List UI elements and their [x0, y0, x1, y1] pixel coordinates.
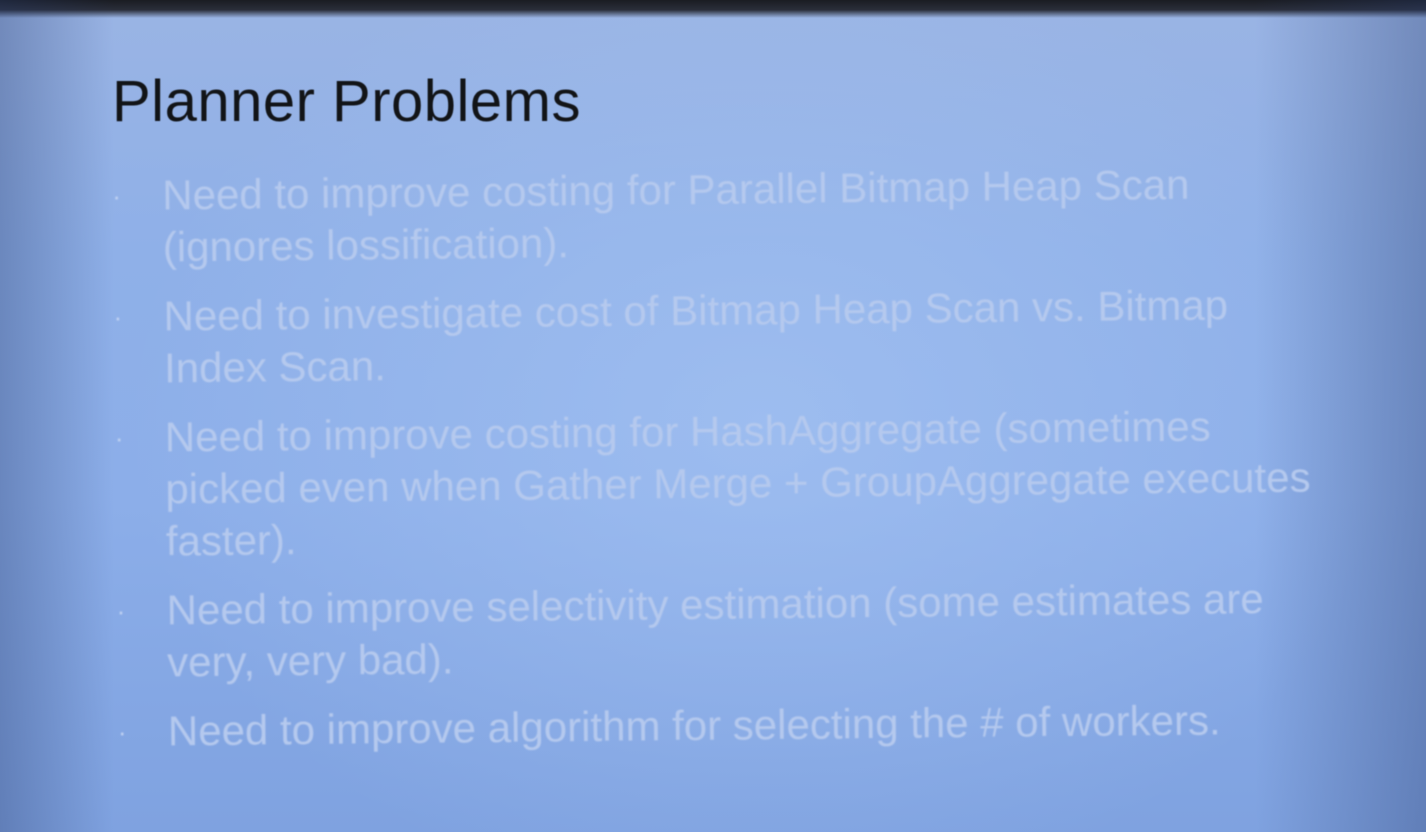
bullet-marker: · [112, 180, 122, 211]
projector-top-edge [0, 0, 1426, 18]
bullet-item-investigate-cost: · Need to investigate cost of Bitmap Hea… [111, 278, 1342, 395]
bullet-list: · Need to improve costing for Parallel B… [110, 157, 1346, 775]
bullet-item-selectivity-estimation: · Need to improve selectivity estimation… [114, 572, 1345, 689]
bullet-text: Need to improve selectivity estimation (… [166, 574, 1264, 686]
bullet-text: Need to investigate cost of Bitmap Heap … [163, 281, 1229, 392]
slide-title: Planner Problems [112, 69, 581, 134]
bullet-item-costing-bitmap-heap-scan: · Need to improve costing for Parallel B… [110, 157, 1341, 274]
bullet-item-worker-selection: · Need to improve algorithm for selectin… [116, 693, 1346, 758]
bullet-marker: · [114, 422, 124, 453]
bullet-marker: · [113, 301, 123, 332]
projected-slide: Planner Problems · Need to improve costi… [0, 0, 1426, 832]
bullet-text: Need to improve costing for HashAggregat… [164, 402, 1311, 565]
bullet-marker: · [117, 716, 127, 747]
bullet-marker: · [116, 595, 126, 626]
bullet-text: Need to improve costing for Parallel Bit… [162, 160, 1190, 271]
bullet-item-hashaggregate-costing: · Need to improve costing for HashAggreg… [113, 399, 1345, 568]
bullet-text: Need to improve algorithm for selecting … [167, 696, 1221, 755]
